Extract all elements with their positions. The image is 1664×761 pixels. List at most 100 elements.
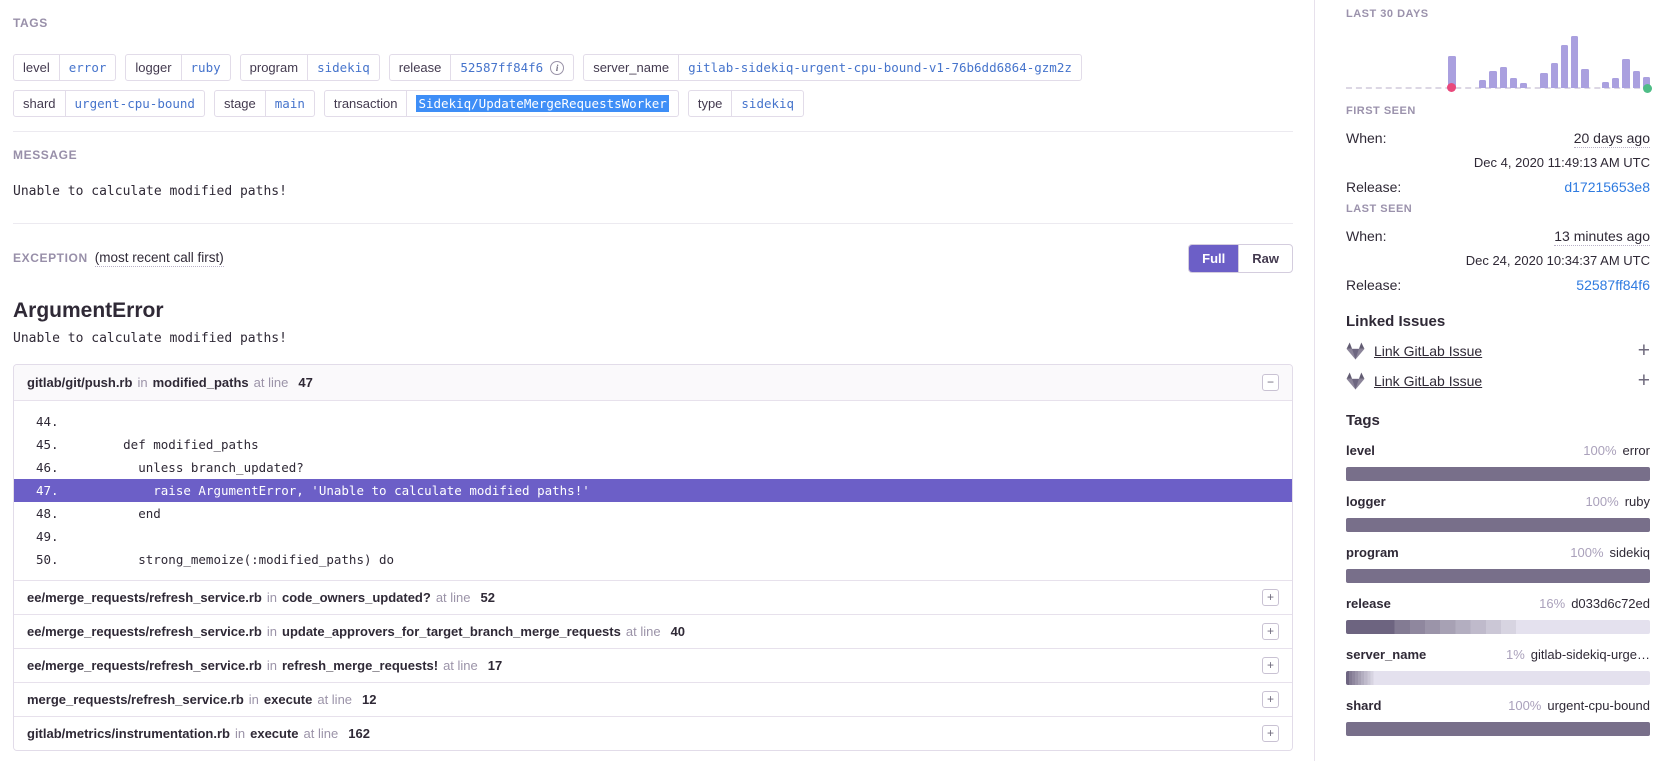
tag-pill-server-name: server_name gitlab-sidekiq-urgent-cpu-bo… [583, 54, 1082, 81]
tag-distribution-bar[interactable] [1346, 569, 1650, 583]
tag-distribution-program: program 100%sidekiq [1346, 545, 1650, 583]
stack-frame-collapsed[interactable]: ee/merge_requests/refresh_service.rb in … [14, 648, 1292, 682]
tags-pill-row-2: shard urgent-cpu-bound stage main transa… [13, 90, 1293, 117]
message-text: Unable to calculate modified paths! [13, 184, 1293, 199]
plus-icon[interactable]: + [1638, 372, 1650, 390]
stack-frame-expanded-header[interactable]: gitlab/git/push.rb in modified_paths at … [14, 365, 1292, 401]
sparkline-slot [1561, 32, 1568, 88]
sparkline-slot [1540, 32, 1547, 88]
link-gitlab-issue-link[interactable]: Link GitLab Issue [1374, 373, 1482, 389]
tag-distribution-bar[interactable] [1346, 518, 1650, 532]
tag-dist-percent: 100% [1585, 494, 1618, 509]
stack-frame-collapsed[interactable]: ee/merge_requests/refresh_service.rb in … [14, 580, 1292, 614]
tag-dist-key[interactable]: release [1346, 596, 1391, 611]
last-seen-marker-dot [1643, 84, 1652, 93]
error-type: ArgumentError [13, 299, 1293, 323]
tag-key: program [241, 55, 308, 80]
frame-function: execute [250, 726, 298, 741]
tag-dist-top-value: ruby [1625, 494, 1650, 509]
first-seen-release-link[interactable]: d17215653e8 [1564, 179, 1650, 195]
code-line: 44. [14, 410, 1292, 433]
sparkline-slot [1643, 32, 1650, 88]
tag-dist-key[interactable]: logger [1346, 494, 1386, 509]
tag-value-link[interactable]: urgent-cpu-bound [66, 91, 204, 116]
frame-file: ee/merge_requests/refresh_service.rb [27, 590, 262, 605]
tag-dist-percent: 1% [1506, 647, 1525, 662]
info-icon[interactable]: i [550, 61, 564, 75]
tag-value-link[interactable]: sidekiq [308, 55, 379, 80]
stack-frame-collapsed[interactable]: gitlab/metrics/instrumentation.rb in exe… [14, 716, 1292, 750]
tag-pill-release: release 52587ff84f6i [389, 54, 574, 81]
expand-frame-button[interactable]: + [1262, 657, 1279, 674]
tag-distribution-bar[interactable] [1346, 722, 1650, 736]
line-code: strong_memoize(:modified_paths) do [78, 548, 394, 571]
line-number: 47. [14, 479, 78, 502]
full-view-button[interactable]: Full [1189, 245, 1238, 272]
tag-dist-key[interactable]: program [1346, 545, 1399, 560]
tag-dist-percent: 16% [1539, 596, 1565, 611]
frame-file: ee/merge_requests/refresh_service.rb [27, 624, 262, 639]
collapse-frame-button[interactable]: − [1262, 374, 1279, 391]
plus-icon[interactable]: + [1638, 342, 1650, 360]
tag-dist-key[interactable]: server_name [1346, 647, 1426, 662]
tag-value-link[interactable]: error [60, 55, 116, 80]
link-gitlab-issue-link[interactable]: Link GitLab Issue [1374, 343, 1482, 359]
tag-pill-shard: shard urgent-cpu-bound [13, 90, 205, 117]
line-number: 48. [14, 502, 78, 525]
tag-pill-transaction: transaction Sidekiq/UpdateMergeRequestsW… [324, 90, 679, 117]
tag-key: type [689, 91, 733, 116]
message-section-title: MESSAGE [13, 148, 1293, 162]
tag-distribution-bar[interactable] [1346, 620, 1650, 634]
last-seen-release-link[interactable]: 52587ff84f6 [1576, 277, 1650, 293]
tag-distribution-release: release 16%d033d6c72ed [1346, 596, 1650, 634]
frame-line-number: 47 [298, 375, 312, 390]
sparkline-slot [1530, 32, 1537, 88]
last-seen-release-row: Release: 52587ff84f6 [1346, 277, 1650, 293]
tag-value-link[interactable]: gitlab-sidekiq-urgent-cpu-bound-v1-76b6d… [679, 55, 1081, 80]
tag-key: level [14, 55, 60, 80]
tag-value-link[interactable]: Sidekiq/UpdateMergeRequestsWorker [407, 91, 677, 116]
tags-pill-row-1: level error logger ruby program sidekiq … [13, 54, 1293, 81]
tag-dist-key[interactable]: shard [1346, 698, 1381, 713]
expand-frame-button[interactable]: + [1262, 623, 1279, 640]
sparkline-slot [1612, 32, 1619, 88]
code-line: 45. def modified_paths [14, 433, 1292, 456]
stack-frame-collapsed[interactable]: ee/merge_requests/refresh_service.rb in … [14, 614, 1292, 648]
tag-dist-key[interactable]: level [1346, 443, 1375, 458]
frame-in-word: in [262, 624, 282, 639]
stack-frame-collapsed[interactable]: merge_requests/refresh_service.rb in exe… [14, 682, 1292, 716]
line-number: 44. [14, 410, 78, 433]
tag-distribution-shard: shard 100%urgent-cpu-bound [1346, 698, 1650, 736]
selected-text-highlight: Sidekiq/UpdateMergeRequestsWorker [416, 95, 668, 112]
linked-issue-row: Link GitLab Issue + [1346, 342, 1650, 360]
last-seen-title: LAST SEEN [1346, 203, 1650, 215]
frame-in-word: in [132, 375, 152, 390]
raw-view-button[interactable]: Raw [1238, 245, 1292, 272]
frame-in-word: in [230, 726, 250, 741]
expand-frame-button[interactable]: + [1262, 691, 1279, 708]
frame-line-number: 52 [481, 590, 495, 605]
expand-frame-button[interactable]: + [1262, 589, 1279, 606]
tag-distribution-bar[interactable] [1346, 671, 1650, 685]
sparkline-slot [1397, 32, 1404, 88]
sparkline-slot [1510, 32, 1517, 88]
tag-dist-top-value: urgent-cpu-bound [1547, 698, 1650, 713]
when-label: When: [1346, 130, 1386, 146]
tag-value-link[interactable]: main [266, 91, 314, 116]
first-seen-release-row: Release: d17215653e8 [1346, 179, 1650, 195]
tag-key: release [390, 55, 452, 80]
sparkline-slot [1459, 32, 1466, 88]
sparkline-slot [1602, 32, 1609, 88]
sparkline-slot [1377, 32, 1384, 88]
tag-dist-top-value: sidekiq [1610, 545, 1650, 560]
tag-distribution-bar[interactable] [1346, 467, 1650, 481]
tag-value-link[interactable]: 52587ff84f6i [451, 55, 573, 80]
expand-frame-button[interactable]: + [1262, 725, 1279, 742]
tag-value-link[interactable]: ruby [182, 55, 230, 80]
frame-function: update_approvers_for_target_branch_merge… [282, 624, 621, 639]
frame-line-number: 12 [362, 692, 376, 707]
tags-section-title: TAGS [13, 16, 1293, 30]
tag-distribution-server-name: server_name 1%gitlab-sidekiq-urge… [1346, 647, 1650, 685]
tag-value-link[interactable]: sidekiq [732, 91, 803, 116]
gitlab-icon [1346, 342, 1365, 360]
